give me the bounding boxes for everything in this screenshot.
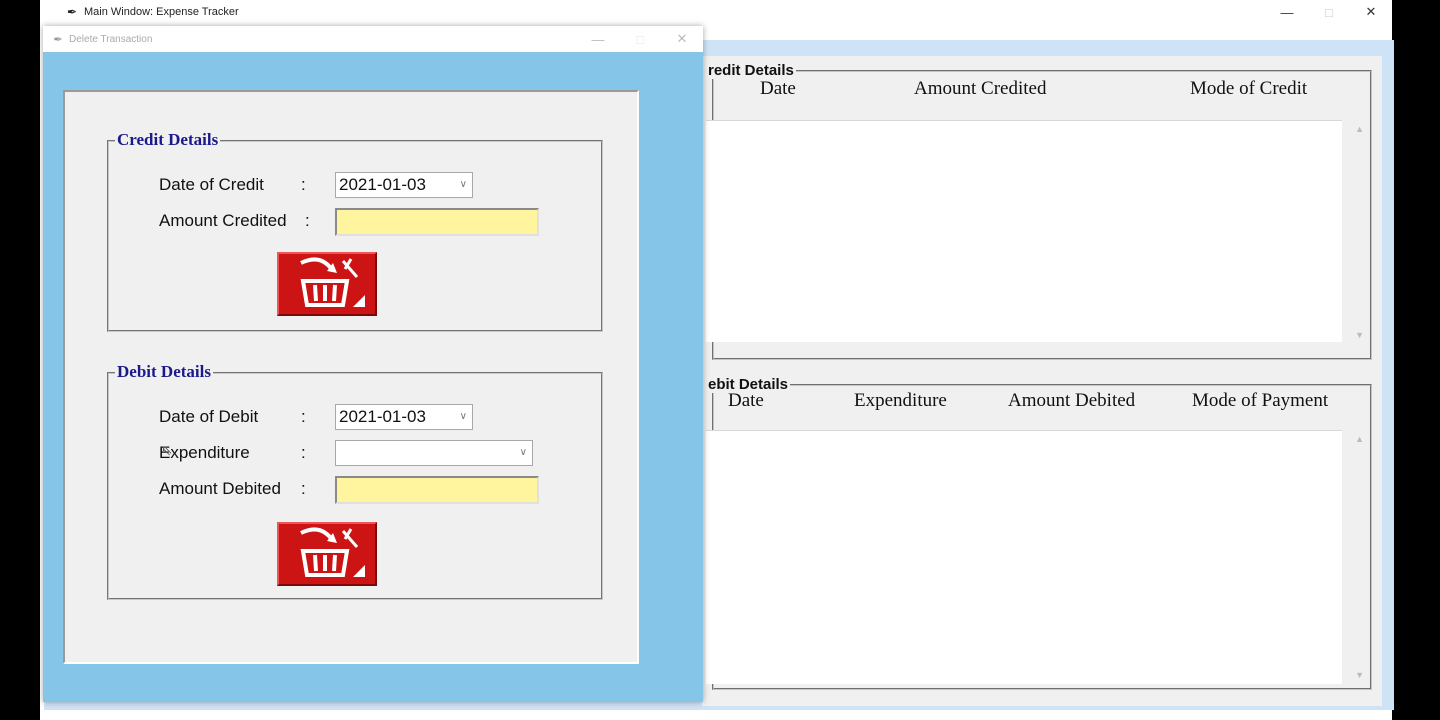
colon-separator: :: [301, 479, 306, 498]
dialog-window-controls: — □ ✕: [577, 26, 703, 52]
date-of-credit-combobox[interactable]: 2021-01-03 ∨: [335, 172, 473, 198]
credit-table-header: Date Amount Credited Mode of Credit: [714, 72, 1370, 102]
maximize-button[interactable]: □: [619, 26, 661, 52]
amount-credited-label: Amount Credited: [159, 211, 287, 230]
delete-transaction-dialog: ✒ Delete Transaction — □ ✕ Credit Detail…: [43, 26, 703, 702]
window-controls: — □ ✕: [1266, 0, 1392, 24]
dialog-title: Delete Transaction: [69, 33, 153, 45]
debit-details-legend: Debit Details: [115, 362, 213, 382]
date-of-debit-row: Date of Debit: [159, 404, 258, 430]
column-header-date[interactable]: Date: [728, 390, 764, 412]
main-titlebar: ✒ Main Window: Expense Tracker — □ ✕: [40, 0, 1392, 24]
main-window-title: Main Window: Expense Tracker: [84, 6, 239, 18]
column-header-mode-of-credit[interactable]: Mode of Credit: [1190, 78, 1307, 100]
date-of-debit-label: Date of Debit: [159, 407, 259, 426]
mouse-cursor-icon: ⇖: [161, 442, 173, 458]
amount-credited-input[interactable]: [335, 208, 539, 236]
date-of-credit-label: Date of Credit: [159, 175, 264, 194]
dialog-panel: Credit Details Date of Credit : 2021-01-…: [63, 90, 639, 664]
credit-details-legend: Credit Details: [115, 130, 221, 150]
date-of-credit-row: Date of Credit: [159, 172, 264, 198]
column-header-mode-of-payment[interactable]: Mode of Payment: [1192, 390, 1328, 412]
feather-icon: ✒: [66, 5, 78, 19]
close-button[interactable]: ✕: [1350, 0, 1392, 24]
credit-details-group: Credit Details Date of Credit : 2021-01-…: [107, 130, 603, 332]
maximize-button[interactable]: □: [1308, 0, 1350, 24]
delete-credit-button[interactable]: [277, 252, 377, 316]
debit-details-group: Debit Details Date of Debit : 2021-01-03…: [107, 362, 603, 600]
amount-debited-row: Amount Debited: [159, 476, 281, 502]
delete-debit-button[interactable]: [277, 522, 377, 586]
debit-table-header: Date Expenditure Amount Debited Mode of …: [714, 384, 1370, 414]
chevron-down-icon[interactable]: ∨: [520, 441, 527, 465]
colon-separator: :: [301, 407, 306, 426]
column-header-expenditure[interactable]: Expenditure: [854, 390, 947, 412]
feather-icon: ✒: [53, 33, 63, 46]
column-header-date[interactable]: Date: [760, 78, 796, 100]
credit-table-body[interactable]: [706, 120, 1342, 342]
column-header-amount-credited[interactable]: Amount Credited: [914, 78, 1046, 100]
amount-debited-label: Amount Debited: [159, 479, 281, 498]
trash-basket-icon: [287, 255, 367, 314]
scroll-up-icon[interactable]: ▲: [1355, 434, 1364, 444]
colon-separator: :: [301, 443, 306, 462]
debit-details-group: ebit Details Date Expenditure Amount Deb…: [706, 376, 1372, 690]
main-content-panel: redit Details Date Amount Credited Mode …: [702, 56, 1382, 706]
expenditure-combobox[interactable]: ∨: [335, 440, 533, 466]
scroll-down-icon[interactable]: ▼: [1355, 330, 1364, 340]
scroll-down-icon[interactable]: ▼: [1355, 670, 1364, 680]
credit-details-group: redit Details Date Amount Credited Mode …: [706, 62, 1372, 360]
date-of-debit-value: 2021-01-03: [339, 407, 426, 426]
colon-separator: :: [301, 175, 306, 194]
chevron-down-icon[interactable]: ∨: [460, 405, 467, 429]
minimize-button[interactable]: —: [577, 26, 619, 52]
trash-basket-icon: [287, 525, 367, 584]
dialog-titlebar: ✒ Delete Transaction — □ ✕: [43, 26, 703, 52]
colon-separator: :: [305, 211, 310, 230]
date-of-credit-value: 2021-01-03: [339, 175, 426, 194]
scroll-up-icon[interactable]: ▲: [1355, 124, 1364, 134]
amount-credited-row: Amount Credited: [159, 208, 287, 234]
chevron-down-icon[interactable]: ∨: [460, 173, 467, 197]
column-header-amount-debited[interactable]: Amount Debited: [1008, 390, 1135, 412]
debit-table-body[interactable]: [706, 430, 1342, 684]
minimize-button[interactable]: —: [1266, 0, 1308, 24]
amount-debited-input[interactable]: [335, 476, 539, 504]
date-of-debit-combobox[interactable]: 2021-01-03 ∨: [335, 404, 473, 430]
close-button[interactable]: ✕: [661, 26, 703, 52]
